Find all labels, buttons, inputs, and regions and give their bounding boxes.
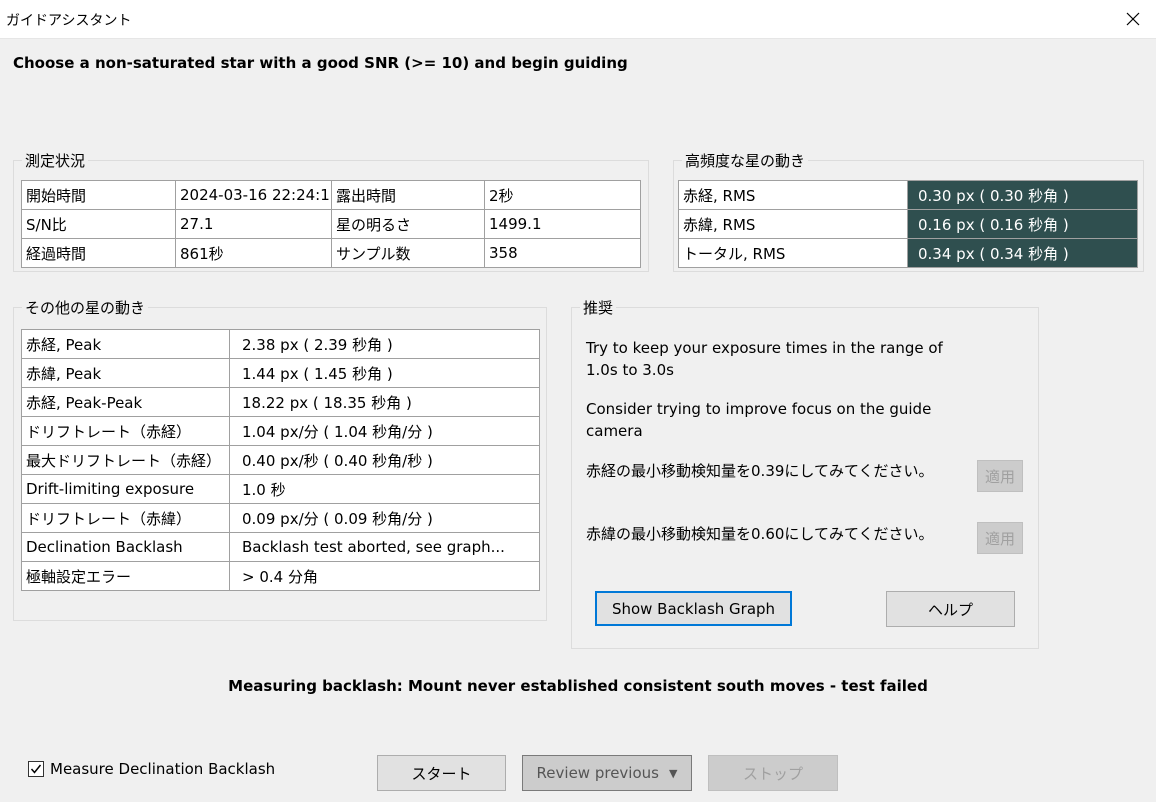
table-cell: 1499.1 (484, 209, 641, 239)
table-cell: 0.16 px ( 0.16 秒角 ) (907, 209, 1138, 239)
table-cell: 358 (484, 238, 641, 268)
table-cell: 赤経, Peak (21, 329, 230, 359)
checkbox-box[interactable] (28, 761, 44, 777)
table-cell: Backlash test aborted, see graph... (229, 532, 540, 562)
window-title: ガイドアシスタント (6, 13, 132, 29)
close-button[interactable] (1110, 0, 1156, 38)
table-cell: 27.1 (175, 209, 332, 239)
rms-row: 赤緯, RMS 0.16 px ( 0.16 秒角 ) (678, 209, 1138, 239)
table-cell: S/N比 (21, 209, 176, 239)
table-cell: 赤緯, RMS (678, 209, 908, 239)
close-icon (1126, 12, 1140, 26)
table-cell: > 0.4 分角 (229, 561, 540, 591)
table-cell: 露出時間 (331, 180, 485, 210)
apply-ra-button[interactable]: 適用 (977, 460, 1023, 492)
dec-min-move-recommendation: 赤緯の最小移動検知量を0.60にしてみてください。 (586, 525, 934, 543)
table-cell: Drift-limiting exposure (21, 474, 230, 504)
rms-row: 赤経, RMS 0.30 px ( 0.30 秒角 ) (678, 180, 1138, 210)
table-cell: ドリフトレート（赤経） (21, 416, 230, 446)
check-icon (30, 764, 42, 774)
table-cell: 開始時間 (21, 180, 176, 210)
focus-recommendation: Consider trying to improve focus on the … (586, 400, 932, 440)
table-cell: 1.0 秒 (229, 474, 540, 504)
ra-min-move-recommendation: 赤経の最小移動検知量を0.39にしてみてください。 (586, 462, 934, 480)
motion-row: ドリフトレート（赤経） 1.04 px/分 ( 1.04 秒角/分 ) (21, 416, 540, 446)
table-cell: ドリフトレート（赤緯） (21, 503, 230, 533)
motion-row: ドリフトレート（赤緯） 0.09 px/分 ( 0.09 秒角/分 ) (21, 503, 540, 533)
table-cell: 0.34 px ( 0.34 秒角 ) (907, 238, 1138, 268)
table-cell: 最大ドリフトレート（赤経） (21, 445, 230, 475)
title-bar: ガイドアシスタント (0, 0, 1156, 39)
measurement-table: 開始時間 2024-03-16 22:24:1: 露出時間 2秒 S/N比 27.1 星の明… (21, 180, 641, 268)
instruction-text: Choose a non-saturated star with a good … (13, 54, 628, 72)
high-frequency-legend: 高頻度な星の動き (685, 152, 806, 170)
motion-row: 赤緯, Peak 1.44 px ( 1.45 秒角 ) (21, 358, 540, 388)
table-cell: 赤経, RMS (678, 180, 908, 210)
review-previous-label: Review previous (536, 764, 659, 782)
high-frequency-table: 赤経, RMS 0.30 px ( 0.30 秒角 ) 赤緯, RMS 0.16 px… (678, 180, 1138, 268)
review-previous-dropdown[interactable]: Review previous ▼ (522, 755, 692, 791)
stop-button[interactable]: ストップ (708, 755, 838, 791)
table-cell: 2.38 px ( 2.39 秒角 ) (229, 329, 540, 359)
other-motion-table: 赤経, Peak 2.38 px ( 2.39 秒角 ) 赤緯, Peak 1.44 … (21, 329, 540, 591)
measurement-row: 開始時間 2024-03-16 22:24:1: 露出時間 2秒 (21, 180, 641, 210)
help-button[interactable]: ヘルプ (886, 591, 1015, 627)
measurement-row: S/N比 27.1 星の明るさ 1499.1 (21, 209, 641, 239)
motion-row: 赤経, Peak-Peak 18.22 px ( 18.35 秒角 ) (21, 387, 540, 417)
table-cell: 18.22 px ( 18.35 秒角 ) (229, 387, 540, 417)
table-cell: 0.30 px ( 0.30 秒角 ) (907, 180, 1138, 210)
table-cell: 0.40 px/秒 ( 0.40 秒角/秒 ) (229, 445, 540, 475)
table-cell: トータル, RMS (678, 238, 908, 268)
table-cell: Declination Backlash (21, 532, 230, 562)
table-cell: 861秒 (175, 238, 332, 268)
start-button[interactable]: スタート (377, 755, 506, 791)
table-cell: 2秒 (484, 180, 641, 210)
table-cell: サンプル数 (331, 238, 485, 268)
table-cell: 経過時間 (21, 238, 176, 268)
table-cell: 2024-03-16 22:24:1: (175, 180, 332, 210)
table-cell: 1.44 px ( 1.45 秒角 ) (229, 358, 540, 388)
other-motion-legend: その他の星の動き (25, 299, 146, 317)
chevron-down-icon: ▼ (668, 766, 678, 780)
measurement-legend: 測定状況 (25, 152, 86, 170)
measure-dec-backlash-label: Measure Declination Backlash (50, 760, 276, 778)
motion-row: Declination Backlash Backlash test aborte… (21, 532, 540, 562)
measure-dec-backlash-checkbox[interactable]: Measure Declination Backlash (28, 760, 275, 778)
motion-row: 極軸設定エラー > 0.4 分角 (21, 561, 540, 591)
table-cell: 0.09 px/分 ( 0.09 秒角/分 ) (229, 503, 540, 533)
apply-dec-button[interactable]: 適用 (977, 522, 1023, 554)
motion-row: Drift-limiting exposure 1.0 秒 (21, 474, 540, 504)
table-cell: 極軸設定エラー (21, 561, 230, 591)
table-cell: 赤緯, Peak (21, 358, 230, 388)
show-backlash-graph-button[interactable]: Show Backlash Graph (595, 591, 792, 626)
exposure-recommendation: Try to keep your exposure times in the r… (586, 339, 943, 379)
measurement-row: 経過時間 861秒 サンプル数 358 (21, 238, 641, 268)
recommendation-legend: 推奨 (583, 299, 614, 317)
table-cell: 1.04 px/分 ( 1.04 秒角/分 ) (229, 416, 540, 446)
status-message: Measuring backlash: Mount never establis… (228, 677, 928, 695)
table-cell: 星の明るさ (331, 209, 485, 239)
rms-row: トータル, RMS 0.34 px ( 0.34 秒角 ) (678, 238, 1138, 268)
motion-row: 赤経, Peak 2.38 px ( 2.39 秒角 ) (21, 329, 540, 359)
motion-row: 最大ドリフトレート（赤経） 0.40 px/秒 ( 0.40 秒角/秒 ) (21, 445, 540, 475)
table-cell: 赤経, Peak-Peak (21, 387, 230, 417)
